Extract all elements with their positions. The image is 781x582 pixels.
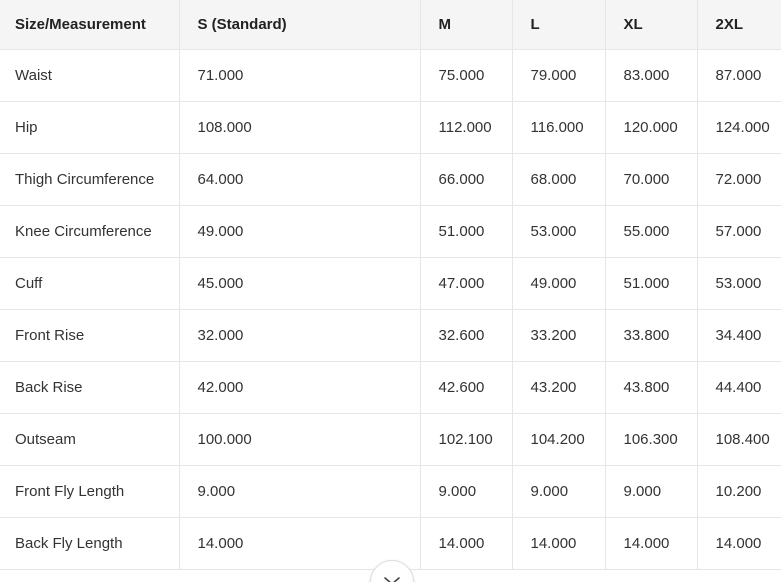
table-cell: 9.000 <box>179 465 421 518</box>
header-row: Size/Measurement S (Standard) M L XL 2XL <box>0 0 781 50</box>
table-row: Thigh Circumference 64.000 66.000 68.000… <box>0 153 781 206</box>
table-row: Waist 71.000 75.000 79.000 83.000 87.000 <box>0 49 781 102</box>
table-cell: 9.000 <box>512 465 606 518</box>
table-cell: 116.000 <box>512 101 606 154</box>
table-cell: 43.800 <box>605 361 698 414</box>
table-row: Outseam 100.000 102.100 104.200 106.300 … <box>0 413 781 466</box>
table-cell: 51.000 <box>420 205 513 258</box>
header-size-measurement: Size/Measurement <box>0 0 180 50</box>
table-cell: 14.000 <box>420 517 513 570</box>
table-cell: 87.000 <box>697 49 781 102</box>
table-cell: 75.000 <box>420 49 513 102</box>
row-label: Cuff <box>0 257 180 310</box>
table-cell: 79.000 <box>512 49 606 102</box>
table-cell: 33.800 <box>605 309 698 362</box>
row-label: Waist <box>0 49 180 102</box>
header-size-m: M <box>420 0 513 50</box>
table-cell: 55.000 <box>605 205 698 258</box>
table-row: Back Rise 42.000 42.600 43.200 43.800 44… <box>0 361 781 414</box>
table-body: Waist 71.000 75.000 79.000 83.000 87.000… <box>0 49 781 570</box>
table-row: Front Fly Length 9.000 9.000 9.000 9.000… <box>0 465 781 518</box>
table-cell: 100.000 <box>179 413 421 466</box>
table-cell: 108.000 <box>179 101 421 154</box>
table-cell: 32.600 <box>420 309 513 362</box>
row-label: Front Fly Length <box>0 465 180 518</box>
table-header: Size/Measurement S (Standard) M L XL 2XL <box>0 0 781 50</box>
table-row: Cuff 45.000 47.000 49.000 51.000 53.000 <box>0 257 781 310</box>
table-cell: 104.200 <box>512 413 606 466</box>
size-chart: Size/Measurement S (Standard) M L XL 2XL… <box>0 0 781 582</box>
row-label: Outseam <box>0 413 180 466</box>
table-cell: 70.000 <box>605 153 698 206</box>
table-row: Knee Circumference 49.000 51.000 53.000 … <box>0 205 781 258</box>
table-cell: 49.000 <box>512 257 606 310</box>
table-cell: 14.000 <box>512 517 606 570</box>
table-cell: 120.000 <box>605 101 698 154</box>
table-cell: 32.000 <box>179 309 421 362</box>
table-row: Front Rise 32.000 32.600 33.200 33.800 3… <box>0 309 781 362</box>
row-label: Back Fly Length <box>0 517 180 570</box>
row-label: Hip <box>0 101 180 154</box>
table-cell: 68.000 <box>512 153 606 206</box>
table-cell: 10.200 <box>697 465 781 518</box>
table-cell: 53.000 <box>697 257 781 310</box>
table-cell: 64.000 <box>179 153 421 206</box>
table-cell: 71.000 <box>179 49 421 102</box>
table-cell: 14.000 <box>605 517 698 570</box>
table-cell: 53.000 <box>512 205 606 258</box>
header-size-l: L <box>512 0 606 50</box>
row-label: Thigh Circumference <box>0 153 180 206</box>
table-cell: 33.200 <box>512 309 606 362</box>
table-cell: 43.200 <box>512 361 606 414</box>
table-cell: 42.600 <box>420 361 513 414</box>
header-size-2xl: 2XL <box>697 0 781 50</box>
table-cell: 34.400 <box>697 309 781 362</box>
table-cell: 83.000 <box>605 49 698 102</box>
table-cell: 51.000 <box>605 257 698 310</box>
table-cell: 106.300 <box>605 413 698 466</box>
header-size-s: S (Standard) <box>179 0 421 50</box>
header-size-xl: XL <box>605 0 698 50</box>
table-cell: 102.100 <box>420 413 513 466</box>
table-cell: 72.000 <box>697 153 781 206</box>
table-cell: 124.000 <box>697 101 781 154</box>
table-row: Hip 108.000 112.000 116.000 120.000 124.… <box>0 101 781 154</box>
table-cell: 49.000 <box>179 205 421 258</box>
table-cell: 108.400 <box>697 413 781 466</box>
table-cell: 14.000 <box>697 517 781 570</box>
table-cell: 47.000 <box>420 257 513 310</box>
row-label: Back Rise <box>0 361 180 414</box>
table-cell: 45.000 <box>179 257 421 310</box>
row-label: Front Rise <box>0 309 180 362</box>
table-cell: 9.000 <box>605 465 698 518</box>
table-cell: 112.000 <box>420 101 513 154</box>
size-table: Size/Measurement S (Standard) M L XL 2XL… <box>0 0 781 570</box>
row-label: Knee Circumference <box>0 205 180 258</box>
table-cell: 9.000 <box>420 465 513 518</box>
table-cell: 44.400 <box>697 361 781 414</box>
table-cell: 42.000 <box>179 361 421 414</box>
chevron-down-icon <box>383 573 401 582</box>
table-cell: 66.000 <box>420 153 513 206</box>
table-cell: 57.000 <box>697 205 781 258</box>
